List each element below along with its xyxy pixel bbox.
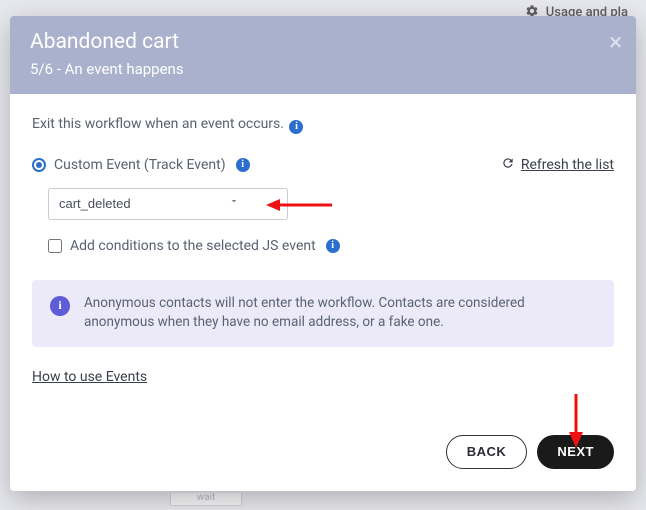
how-to-use-events-link[interactable]: How to use Events (32, 369, 147, 385)
info-icon[interactable]: i (236, 158, 250, 172)
custom-event-radio-row[interactable]: Custom Event (Track Event) i (32, 157, 250, 173)
background-fragment: wait (170, 493, 242, 506)
modal-body: Exit this workflow when an event occurs.… (10, 94, 636, 435)
back-button[interactable]: BACK (446, 435, 528, 469)
add-conditions-row[interactable]: Add conditions to the selected JS event … (48, 238, 614, 254)
modal-header: Abandoned cart 5/6 - An event happens × (10, 16, 636, 94)
info-icon[interactable]: i (326, 239, 340, 253)
modal-footer: BACK NEXT (10, 435, 636, 491)
modal-title: Abandoned cart (30, 30, 616, 54)
custom-event-label: Custom Event (Track Event) (54, 157, 226, 173)
add-conditions-checkbox[interactable] (48, 239, 62, 253)
refresh-label: Refresh the list (521, 157, 614, 173)
anonymous-note: i Anonymous contacts will not enter the … (32, 280, 614, 347)
event-type-row: Custom Event (Track Event) i Refresh the… (32, 156, 614, 174)
intro-text: Exit this workflow when an event occurs.… (32, 116, 614, 134)
close-icon[interactable]: × (609, 30, 622, 54)
event-select[interactable] (48, 188, 288, 220)
modal: Abandoned cart 5/6 - An event happens × … (10, 16, 636, 491)
next-button[interactable]: NEXT (537, 435, 614, 469)
event-select-wrap (48, 188, 614, 220)
modal-step: 5/6 - An event happens (30, 60, 616, 78)
custom-event-radio[interactable] (32, 158, 46, 172)
refresh-icon (501, 156, 515, 174)
add-conditions-label: Add conditions to the selected JS event (70, 238, 316, 254)
intro-label: Exit this workflow when an event occurs. (32, 116, 284, 132)
anonymous-note-text: Anonymous contacts will not enter the wo… (84, 294, 596, 333)
refresh-list-link[interactable]: Refresh the list (501, 156, 614, 174)
info-icon[interactable]: i (289, 120, 303, 134)
info-badge-icon: i (50, 296, 70, 316)
